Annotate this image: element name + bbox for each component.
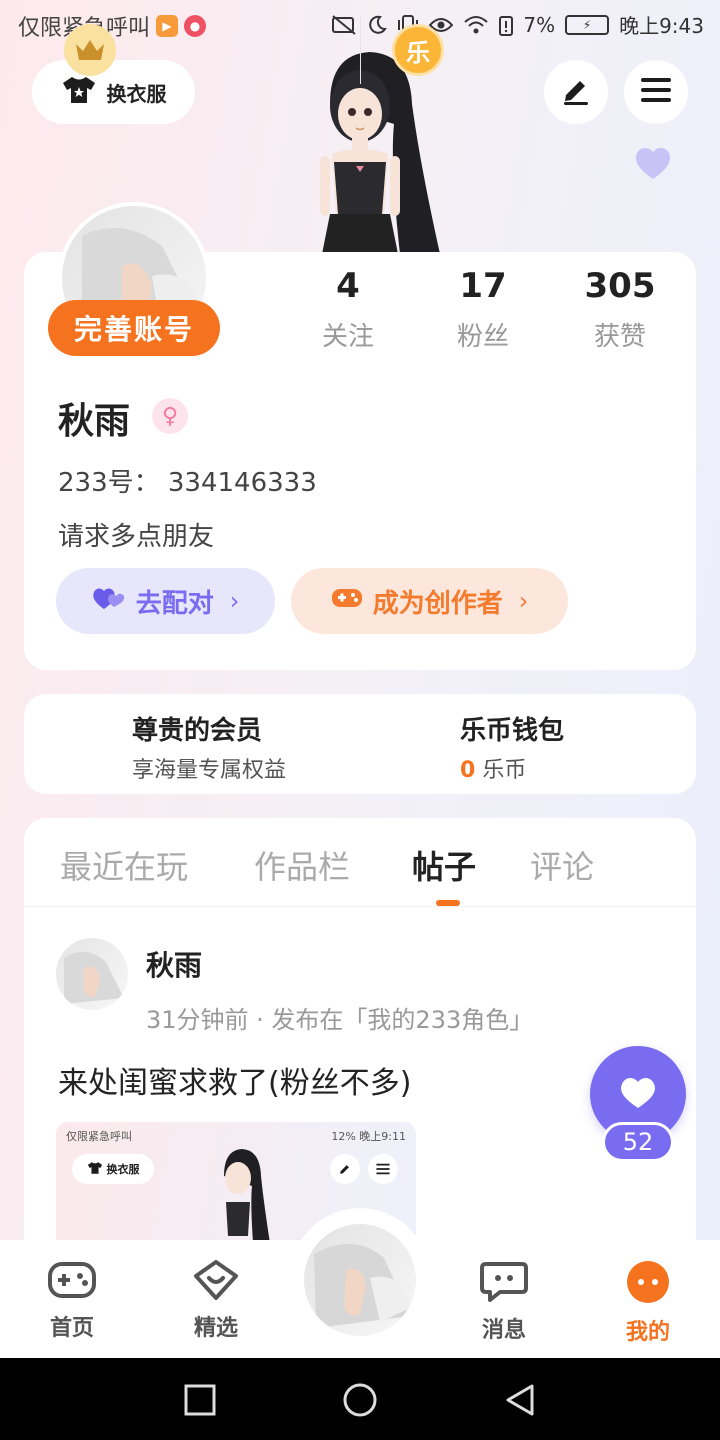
clock: 晚上9:43 [619, 14, 704, 38]
tshirt-icon [61, 75, 97, 110]
nav-me-label: 我的 [625, 1320, 670, 1345]
tab-comments[interactable]: 评论 [530, 842, 594, 888]
system-nav-bar [0, 1358, 720, 1440]
change-outfit-label: 换衣服 [106, 81, 167, 106]
coin-icon: 乐 [392, 24, 444, 76]
nav-home-label: 首页 [49, 1316, 94, 1341]
nav-featured[interactable]: 精选 [176, 1260, 256, 1342]
thumb-status-right: 12% 晚上9:11 [331, 1130, 406, 1143]
pen-icon [560, 75, 592, 109]
become-creator-button[interactable]: 成为创作者 › [291, 568, 568, 634]
wallet-balance-line: 0 乐币 [460, 752, 526, 784]
thumb-character-figure [224, 1149, 272, 1252]
stat-followers-value: 17 [459, 266, 507, 306]
nav-messages-label: 消息 [481, 1318, 526, 1343]
heart-chat-icon [192, 1260, 240, 1304]
membership-wallet-card [24, 694, 696, 794]
character-avatar-figure[interactable] [290, 44, 450, 254]
battery-percent: 7% [523, 12, 556, 37]
pen-icon [330, 1154, 360, 1184]
female-icon: ♀ [152, 398, 188, 434]
post-author-name[interactable]: 秋雨 [146, 944, 202, 984]
stat-likes-value: 305 [584, 266, 656, 306]
battery-alert-icon [499, 13, 514, 37]
message-icon [480, 1260, 528, 1306]
stat-following-value: 4 [336, 266, 360, 306]
stat-likes[interactable]: 305 获赞 [565, 266, 675, 353]
hamburger-icon [368, 1154, 398, 1184]
record-icon: ● [184, 15, 207, 37]
divider [24, 906, 696, 907]
like-count: 52 [602, 1122, 674, 1162]
post-meta: 31分钟前 · 发布在「我的233角色」 [146, 1006, 534, 1034]
play-icon: ▶ [156, 15, 179, 37]
home-icon[interactable] [342, 1382, 378, 1418]
gamepad-icon [331, 586, 363, 617]
thumb-outfit-label: 换衣服 [106, 1163, 140, 1176]
become-creator-label: 成为创作者 [372, 588, 503, 619]
me-icon [626, 1260, 670, 1308]
status-right: 7% ⚡ 晚上9:43 [331, 10, 704, 39]
post-text[interactable]: 来处闺蜜求救了(粉丝不多) [58, 1058, 411, 1102]
wallet-unit: 乐币 [482, 758, 527, 783]
tab-recently-played[interactable]: 最近在玩 [60, 842, 188, 888]
nav-home[interactable]: 首页 [32, 1260, 112, 1342]
wifi-icon [463, 13, 489, 37]
membership-subtitle: 享海量专属权益 [132, 758, 287, 783]
nav-center-avatar[interactable] [304, 1224, 416, 1336]
pair-label: 去配对 [135, 588, 214, 619]
tshirt-icon [87, 1161, 103, 1178]
stat-followers-label: 粉丝 [456, 322, 509, 352]
menu-button[interactable] [624, 60, 688, 124]
recent-apps-icon[interactable] [182, 1382, 218, 1418]
complete-account-button[interactable]: 完善账号 [48, 300, 220, 356]
crown-icon [64, 24, 116, 76]
stat-following-label: 关注 [321, 322, 374, 352]
pair-button[interactable]: 去配对 › [56, 568, 275, 634]
tab-posts[interactable]: 帖子 [412, 842, 476, 888]
membership-title: 尊贵的会员 [132, 716, 263, 746]
divider [360, 16, 361, 84]
heart-icon [618, 1074, 658, 1114]
nav-featured-label: 精选 [193, 1316, 238, 1341]
nav-messages[interactable]: 消息 [464, 1260, 544, 1344]
thumb-status-left: 仅限紧急呼叫 [66, 1130, 132, 1143]
change-outfit-button[interactable]: 换衣服 [32, 60, 195, 124]
wallet-balance: 0 [460, 758, 476, 783]
wallet-title: 乐币钱包 [460, 716, 565, 746]
post-author-avatar[interactable] [56, 938, 128, 1010]
edit-profile-button[interactable] [544, 60, 608, 124]
nav-me[interactable]: 我的 [608, 1260, 688, 1346]
stat-followers[interactable]: 17 粉丝 [428, 266, 538, 353]
no-sim-icon [331, 13, 357, 37]
tab-works[interactable]: 作品栏 [254, 842, 350, 888]
gamepad-icon [48, 1260, 96, 1304]
heart-icon[interactable] [632, 142, 674, 184]
stat-likes-label: 获赞 [593, 322, 646, 352]
account-id: 233号： 334146333 [58, 468, 317, 498]
back-icon[interactable] [502, 1382, 538, 1418]
moon-icon [367, 13, 388, 37]
chevron-right-icon: › [518, 587, 529, 615]
username: 秋雨 [58, 401, 131, 442]
battery-icon: ⚡ [565, 14, 610, 35]
thumb-outfit-button: 换衣服 [72, 1154, 154, 1184]
hamburger-icon [640, 77, 672, 107]
chevron-right-icon: › [229, 587, 240, 615]
bio: 请求多点朋友 [58, 522, 215, 552]
stat-following[interactable]: 4 关注 [293, 266, 403, 353]
hearts-icon [92, 585, 126, 618]
